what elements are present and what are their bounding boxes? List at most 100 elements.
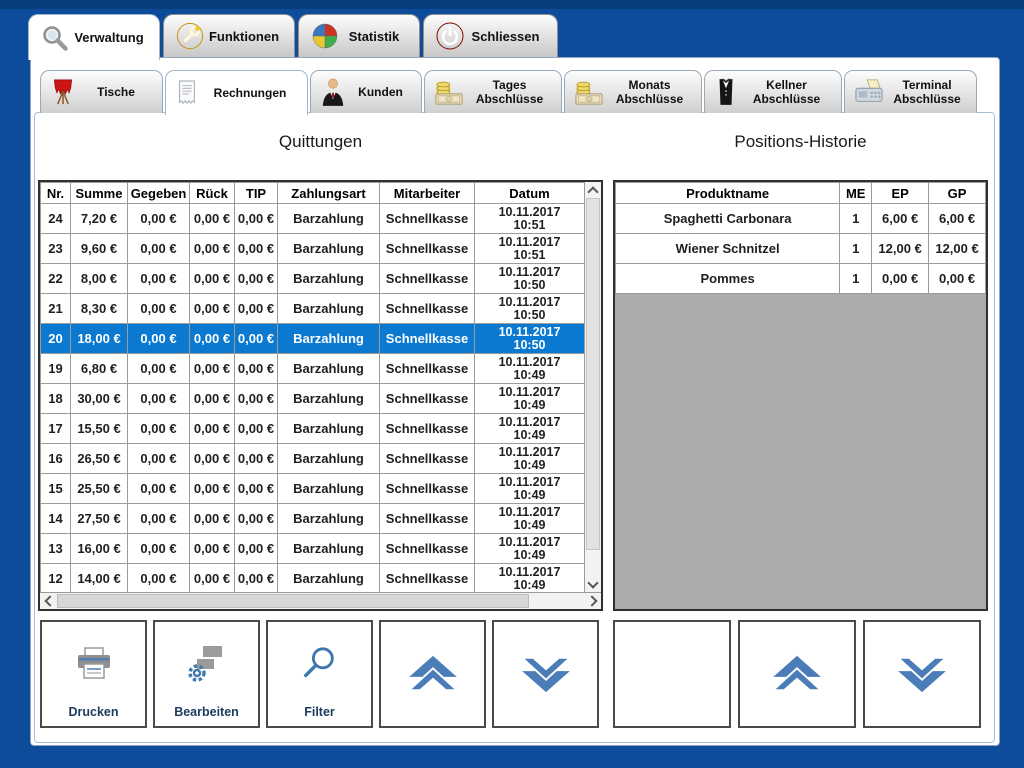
column-header-summe[interactable]: Summe (71, 183, 128, 204)
cell-gp: 12,00 € (929, 234, 986, 264)
cell-gegeben: 0,00 € (128, 564, 190, 594)
cell-datum: 10.11.201710:49 (475, 504, 585, 534)
receipt-row-13[interactable]: 1316,00 €0,00 €0,00 €0,00 €BarzahlungSch… (41, 534, 585, 564)
sub-tab-kunden[interactable]: Kunden (310, 70, 422, 113)
scroll-left-button[interactable] (40, 593, 56, 609)
cell-ep: 0,00 € (872, 264, 929, 294)
column-header-gp[interactable]: GP (929, 183, 986, 204)
column-header-nr[interactable]: Nr. (41, 183, 71, 204)
scroll-up-button[interactable] (585, 182, 601, 198)
receipt-row-16[interactable]: 1626,50 €0,00 €0,00 €0,00 €BarzahlungSch… (41, 444, 585, 474)
header-row: Nr.SummeGegebenRückTIPZahlungsartMitarbe… (41, 183, 585, 204)
cell-rueck: 0,00 € (190, 444, 235, 474)
cell-zahlungsart: Barzahlung (278, 564, 380, 594)
tab-label: Tische (76, 85, 156, 99)
cell-zahlungsart: Barzahlung (278, 234, 380, 264)
cell-gegeben: 0,00 € (128, 294, 190, 324)
sub-tab-kellner-abschlusse[interactable]: Kellner Abschlüsse (704, 70, 842, 113)
receipts-horizontal-scrollbar[interactable] (40, 592, 601, 609)
sub-tab-terminal-abschlusse[interactable]: Terminal Abschlüsse (844, 70, 977, 113)
cell-datum: 10.11.201710:49 (475, 414, 585, 444)
receipt-row-15[interactable]: 1525,50 €0,00 €0,00 €0,00 €BarzahlungSch… (41, 474, 585, 504)
blank-button[interactable] (613, 620, 731, 728)
column-header-gegeben[interactable]: Gegeben (128, 183, 190, 204)
cell-rueck: 0,00 € (190, 234, 235, 264)
vertical-scroll-thumb[interactable] (586, 198, 600, 550)
receipt-row-17[interactable]: 1715,50 €0,00 €0,00 €0,00 €BarzahlungSch… (41, 414, 585, 444)
cell-nr: 15 (41, 474, 71, 504)
cell-mitarbeiter: Schnellkasse (380, 414, 475, 444)
cell-zahlungsart: Barzahlung (278, 534, 380, 564)
top-tab-statistik[interactable]: Statistik (298, 14, 420, 57)
cell-summe: 7,20 € (71, 204, 128, 234)
cell-mitarbeiter: Schnellkasse (380, 354, 475, 384)
sub-tab-monats-abschlusse[interactable]: Monats Abschlüsse (564, 70, 702, 113)
receipt-row-21[interactable]: 218,30 €0,00 €0,00 €0,00 €BarzahlungSchn… (41, 294, 585, 324)
cell-gegeben: 0,00 € (128, 414, 190, 444)
cell-zahlungsart: Barzahlung (278, 474, 380, 504)
chevron-up-button[interactable] (738, 620, 856, 728)
time-text: 10:49 (476, 399, 583, 412)
cell-summe: 27,50 € (71, 504, 128, 534)
desktop-top-band (0, 0, 1024, 9)
magnifier-icon (41, 24, 69, 52)
receipt-row-18[interactable]: 1830,00 €0,00 €0,00 €0,00 €BarzahlungSch… (41, 384, 585, 414)
filter-button[interactable]: Filter (266, 620, 373, 728)
receipt-icon (175, 79, 199, 107)
column-header-tip[interactable]: TIP (235, 183, 278, 204)
position-row-spaghetti-carbonara[interactable]: Spaghetti Carbonara16,00 €6,00 € (616, 204, 986, 234)
column-header-ruck[interactable]: Rück (190, 183, 235, 204)
receipt-row-12[interactable]: 1214,00 €0,00 €0,00 €0,00 €BarzahlungSch… (41, 564, 585, 594)
scroll-down-button[interactable] (585, 576, 601, 592)
column-header-ep[interactable]: EP (872, 183, 929, 204)
date-text: 10.11.2017 (476, 536, 583, 549)
column-header-mitarbeiter[interactable]: Mitarbeiter (380, 183, 475, 204)
printer-icon (74, 647, 114, 681)
time-text: 10:49 (476, 429, 583, 442)
chevron-up-button[interactable] (379, 620, 486, 728)
cell-nr: 22 (41, 264, 71, 294)
right-action-buttons (613, 620, 981, 728)
scroll-right-button[interactable] (585, 593, 601, 609)
receipt-row-22[interactable]: 228,00 €0,00 €0,00 €0,00 €BarzahlungSchn… (41, 264, 585, 294)
sub-tab-rechnungen[interactable]: Rechnungen (165, 70, 308, 115)
receipt-row-24[interactable]: 247,20 €0,00 €0,00 €0,00 €BarzahlungSchn… (41, 204, 585, 234)
receipt-row-14[interactable]: 1427,50 €0,00 €0,00 €0,00 €BarzahlungSch… (41, 504, 585, 534)
position-row-pommes[interactable]: Pommes10,00 €0,00 € (616, 264, 986, 294)
sub-tab-tische[interactable]: Tische (40, 70, 163, 113)
cell-gegeben: 0,00 € (128, 234, 190, 264)
chevron-down-button[interactable] (492, 620, 599, 728)
drucken-button[interactable]: Drucken (40, 620, 147, 728)
position-row-wiener-schnitzel[interactable]: Wiener Schnitzel112,00 €12,00 € (616, 234, 986, 264)
receipt-row-19[interactable]: 196,80 €0,00 €0,00 €0,00 €BarzahlungSchn… (41, 354, 585, 384)
receipt-row-20[interactable]: 2018,00 €0,00 €0,00 €0,00 €BarzahlungSch… (41, 324, 585, 354)
cell-rueck: 0,00 € (190, 294, 235, 324)
top-tab-funktionen[interactable]: Funktionen (163, 14, 295, 57)
cell-nr: 21 (41, 294, 71, 324)
column-header-me[interactable]: ME (840, 183, 872, 204)
cell-mitarbeiter: Schnellkasse (380, 504, 475, 534)
receipts-vertical-scrollbar[interactable] (584, 182, 601, 592)
cell-summe: 14,00 € (71, 564, 128, 594)
receipt-row-23[interactable]: 239,60 €0,00 €0,00 €0,00 €BarzahlungSchn… (41, 234, 585, 264)
chevron-down-button[interactable] (863, 620, 981, 728)
cash-icon (574, 78, 604, 106)
cell-nr: 19 (41, 354, 71, 384)
tab-label: Verwaltung (69, 30, 149, 45)
bearbeiten-button[interactable]: Bearbeiten (153, 620, 260, 728)
column-header-zahlungsart[interactable]: Zahlungsart (278, 183, 380, 204)
cell-datum: 10.11.201710:50 (475, 324, 585, 354)
horizontal-scroll-thumb[interactable] (57, 594, 529, 608)
cell-tip: 0,00 € (235, 384, 278, 414)
chevron-left-icon (44, 595, 55, 606)
cell-gp: 6,00 € (929, 204, 986, 234)
top-tab-schliessen[interactable]: Schliessen (423, 14, 558, 57)
cell-nr: 20 (41, 324, 71, 354)
column-header-datum[interactable]: Datum (475, 183, 585, 204)
time-text: 10:49 (476, 489, 583, 502)
top-tab-verwaltung[interactable]: Verwaltung (28, 14, 160, 60)
column-header-produktname[interactable]: Produktname (616, 183, 840, 204)
sub-tab-tages-abschlusse[interactable]: Tages Abschlüsse (424, 70, 562, 113)
positions-heading: Positions-Historie (613, 132, 988, 152)
cell-rueck: 0,00 € (190, 324, 235, 354)
